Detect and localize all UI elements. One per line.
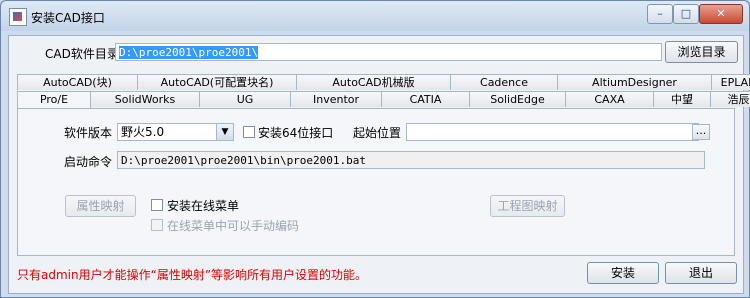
attribute-mapping-button[interactable]: 属性映射 — [65, 195, 136, 217]
minimize-button[interactable]: – — [647, 4, 673, 24]
chevron-down-icon[interactable]: ▼ — [216, 124, 233, 140]
start-pos-input[interactable] — [406, 123, 699, 141]
install64-checkbox[interactable] — [243, 126, 255, 138]
dialog-body: CAD软件目录 D:\proe2001\proe2001\ 浏览目录 AutoC… — [8, 35, 750, 294]
version-select[interactable]: 野火5.0 ▼ — [117, 123, 234, 141]
online-menu-checkbox[interactable] — [151, 199, 163, 211]
cad-dir-value: D:\proe2001\proe2001\ — [119, 46, 259, 59]
online-menu-label: 安装在线菜单 — [167, 199, 240, 213]
version-label: 软件版本 — [64, 126, 113, 140]
tab-front-5[interactable]: SolidEdge — [469, 91, 566, 107]
install64-label: 安装64位接口 — [258, 126, 334, 140]
tab-front-4[interactable]: CATIA — [381, 91, 470, 107]
cad-dir-label: CAD软件目录 — [45, 47, 119, 61]
launch-command-input[interactable]: D:\proe2001\proe2001\bin\proe2001.bat — [117, 151, 705, 169]
tab-back-4[interactable]: AltiumDesigner — [557, 74, 712, 90]
tab-front-0[interactable]: Pro/E — [17, 91, 91, 108]
tab-front-3[interactable]: Inventor — [290, 91, 382, 107]
exit-button[interactable]: 退出 — [665, 262, 737, 284]
tab-back-1[interactable]: AutoCAD(可配置块名) — [137, 74, 297, 90]
tab-row-back: AutoCAD(块) AutoCAD(可配置块名) AutoCAD机械版 Cadenc… — [17, 74, 750, 91]
start-pos-label: 起始位置 — [353, 126, 402, 140]
tab-back-2[interactable]: AutoCAD机械版 — [296, 74, 451, 90]
tab-panel-proe: 软件版本 野火5.0 ▼ 安装64位接口 起始位置 ... 启动命令 D:\pr… — [17, 108, 735, 256]
tab-back-0[interactable]: AutoCAD(块) — [17, 74, 138, 90]
title-bar[interactable]: 安装CAD接口 – □ ✕ — [1, 1, 749, 31]
start-pos-browse-button[interactable]: ... — [692, 124, 710, 140]
close-button[interactable]: ✕ — [699, 4, 743, 24]
tab-front-1[interactable]: SolidWorks — [90, 91, 200, 107]
tab-front-8[interactable]: 浩辰 — [710, 91, 750, 107]
install-cad-window: 安装CAD接口 – □ ✕ CAD软件目录 D:\proe2001\proe20… — [0, 0, 750, 298]
tab-back-5[interactable]: EPLAN — [711, 74, 750, 90]
admin-note: 只有admin用户才能操作“属性映射”等影响所有用户设置的功能。 — [17, 268, 368, 282]
drawing-mapping-button[interactable]: 工程图映射 — [490, 195, 565, 217]
window-title: 安装CAD接口 — [31, 11, 105, 25]
tab-row-front: Pro/E SolidWorks UG Inventor CATIA SolidEdge C… — [17, 91, 750, 109]
maximize-button[interactable]: □ — [673, 4, 699, 24]
launch-command-label: 启动命令 — [64, 155, 113, 169]
tab-front-7[interactable]: 中望 — [653, 91, 711, 107]
manual-code-checkbox[interactable] — [151, 219, 163, 231]
install-button[interactable]: 安装 — [587, 262, 659, 284]
tab-front-2[interactable]: UG — [199, 91, 291, 107]
manual-code-label: 在线菜单中可以手动编码 — [167, 219, 300, 233]
browse-dir-button[interactable]: 浏览目录 — [665, 41, 738, 63]
app-icon — [9, 8, 27, 26]
cad-dir-input[interactable]: D:\proe2001\proe2001\ — [115, 43, 662, 61]
tab-front-6[interactable]: CAXA — [565, 91, 654, 107]
tab-back-3[interactable]: Cadence — [450, 74, 558, 90]
version-value: 野火5.0 — [121, 125, 165, 139]
